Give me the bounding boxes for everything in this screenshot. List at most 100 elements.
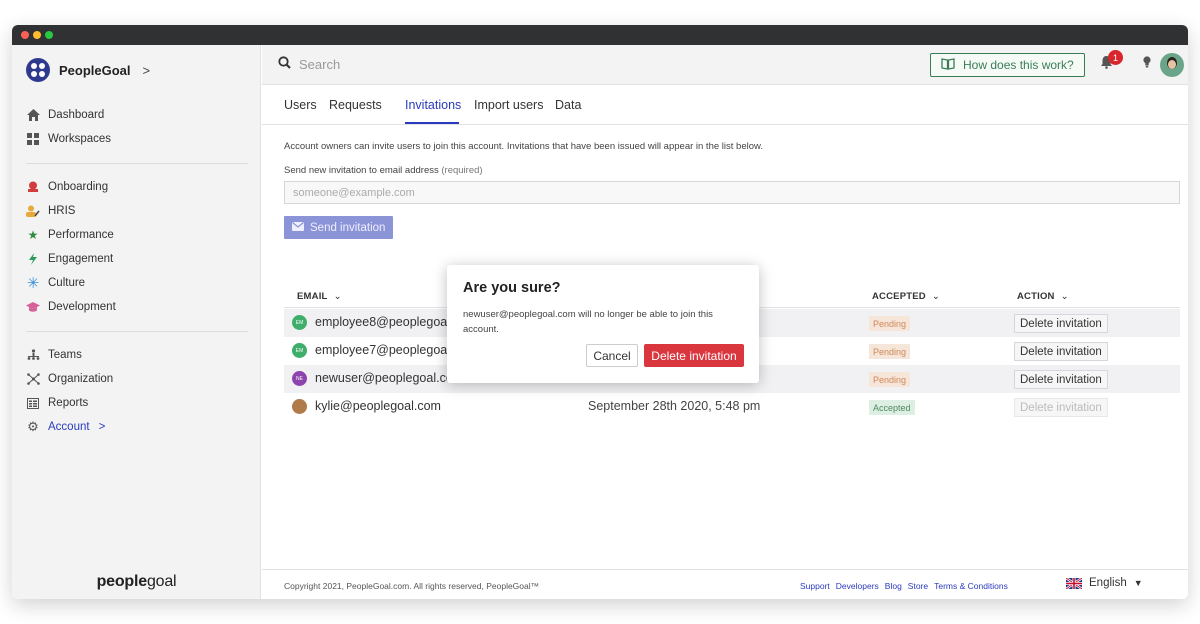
invite-email-field[interactable]: someone@example.com [284,181,1180,204]
how-does-this-work-button[interactable]: How does this work? [930,53,1085,77]
brand-name: PeopleGoal [59,62,131,78]
email-label-text: Send new invitation to email address [284,165,439,176]
org-icon [26,372,40,386]
status-badge: Accepted [869,400,915,415]
language-label: English [1089,577,1127,589]
delete-invitation-button[interactable]: Delete invitation [1014,398,1108,417]
email-text: employee8@peoplegoal.c [315,315,460,329]
email-text: newuser@peoplegoal.cor [315,371,457,385]
send-invitation-label: Send invitation [310,221,386,234]
star-icon: ★ [27,228,39,242]
lightbulb-icon[interactable] [1143,56,1151,71]
search-icon [278,56,291,72]
dialog-title: Are you sure? [463,280,561,296]
active-tab-indicator [405,122,459,124]
email-cell: NE newuser@peoplegoal.cor [292,371,457,387]
sidebar-item-engagement[interactable]: Engagement [26,247,246,271]
sidebar: PeopleGoal > Dashboard Workspaces Onboar… [12,45,261,599]
table-row: kylie@peoplegoal.com September 28th 2020… [284,393,1180,421]
sidebar-item-hris[interactable]: HRIS [26,199,246,223]
sidebar-item-teams[interactable]: Teams [26,343,246,367]
search-input[interactable]: Search [299,57,340,72]
sidebar-item-label: Dashboard [48,109,105,121]
sidebar-item-onboarding[interactable]: Onboarding [26,175,246,199]
footer-link-blog[interactable]: Blog [885,581,902,591]
page-footer: Copyright 2021, PeopleGoal.com. All righ… [262,569,1188,599]
sidebar-item-label: Teams [48,349,82,361]
footer-link-developers[interactable]: Developers [836,581,879,591]
invite-form: Account owners can invite users to join … [284,141,1180,239]
sidebar-item-label: Workspaces [48,133,112,145]
cancel-button[interactable]: Cancel [586,344,638,367]
tab-users[interactable]: Users [284,98,317,112]
sidebar-item-label: Development [48,301,116,313]
book-icon [941,57,955,73]
sidebar-item-label: Organization [48,373,114,385]
envelope-icon [292,221,304,234]
close-window-button[interactable] [21,31,29,39]
workspace-switcher[interactable]: PeopleGoal > [26,57,150,83]
sidebar-item-workspaces[interactable]: Workspaces [26,127,246,151]
invite-description: Account owners can invite users to join … [284,141,763,152]
sidebar-item-performance[interactable]: ★ Performance [26,223,246,247]
sidebar-item-organization[interactable]: Organization [26,367,246,391]
sidebar-item-reports[interactable]: Reports [26,391,246,415]
column-header-accepted[interactable]: ACCEPTED ⌄ [872,291,940,302]
chevron-down-icon: ⌄ [333,291,342,302]
footer-link-terms[interactable]: Terms & Conditions [934,581,1008,591]
how-does-this-work-label: How does this work? [963,58,1074,72]
sidebar-group-modules: Onboarding HRIS ★ Performance Engagement… [26,175,246,319]
tab-requests[interactable]: Requests [329,98,382,112]
sidebar-divider [26,331,248,332]
sidebar-item-dashboard[interactable]: Dashboard [26,103,246,127]
tab-invitations[interactable]: Invitations [405,98,461,112]
delete-invitation-button[interactable]: Delete invitation [1014,342,1108,361]
top-bar: Search How does this work? 1 [262,45,1188,85]
footer-link-support[interactable]: Support [800,581,830,591]
delete-invitation-button[interactable]: Delete invitation [1014,314,1108,333]
email-field-label: Send new invitation to email address (re… [284,165,483,176]
logo-text-light: goal [146,573,177,590]
user-initials-avatar: NE [292,371,307,387]
graduation-cap-icon [26,300,40,314]
chevron-down-icon: ⌄ [1060,291,1069,302]
sidebar-item-label: HRIS [48,205,76,217]
sidebar-divider [26,163,248,164]
language-selector[interactable]: English ▼ [1066,577,1143,589]
minimize-window-button[interactable] [33,31,41,39]
sidebar-item-label: Reports [48,397,89,409]
sidebar-item-account[interactable]: ⚙ Account > [26,415,246,439]
user-photo-avatar [292,399,307,415]
tab-data[interactable]: Data [555,98,581,112]
tab-import-users[interactable]: Import users [474,98,543,112]
maximize-window-button[interactable] [45,31,53,39]
required-note: (required) [441,165,483,176]
chevron-right-icon: > [98,421,106,433]
footer-link-store[interactable]: Store [908,581,928,591]
chevron-down-icon: ⌄ [931,291,941,302]
sidebar-item-label: Culture [48,277,86,289]
teams-icon [26,348,40,362]
user-initials-avatar: EM [292,343,307,359]
sidebar-item-development[interactable]: Development [26,295,246,319]
chevron-right-icon: > [142,62,151,78]
column-header-action[interactable]: ACTION ⌄ [1017,291,1069,302]
status-badge: Pending [869,316,911,331]
copyright-text: Copyright 2021, PeopleGoal.com. All righ… [284,581,540,591]
reports-icon [26,396,40,410]
people-icon [26,204,40,218]
peoplegoal-wordmark-logo: peoplegoal [12,573,261,591]
email-cell: EM employee8@peoplegoal.c [292,315,460,331]
gear-icon: ⚙ [27,419,39,434]
column-header-email[interactable]: EMAIL ⌄ [297,291,342,302]
email-text: kylie@peoplegoal.com [315,399,441,413]
send-invitation-button[interactable]: Send invitation [284,216,394,239]
search-box[interactable]: Search [278,56,340,72]
sidebar-item-label: Performance [48,229,114,241]
sidebar-item-culture[interactable]: ✳ Culture [26,271,246,295]
delete-invitation-button[interactable]: Delete invitation [1014,370,1108,389]
tab-bar: Users Requests Invitations Import users … [262,85,1188,125]
sidebar-item-label: Onboarding [48,181,109,193]
user-avatar[interactable] [1160,53,1184,77]
confirm-delete-invitation-button[interactable]: Delete invitation [644,344,744,367]
